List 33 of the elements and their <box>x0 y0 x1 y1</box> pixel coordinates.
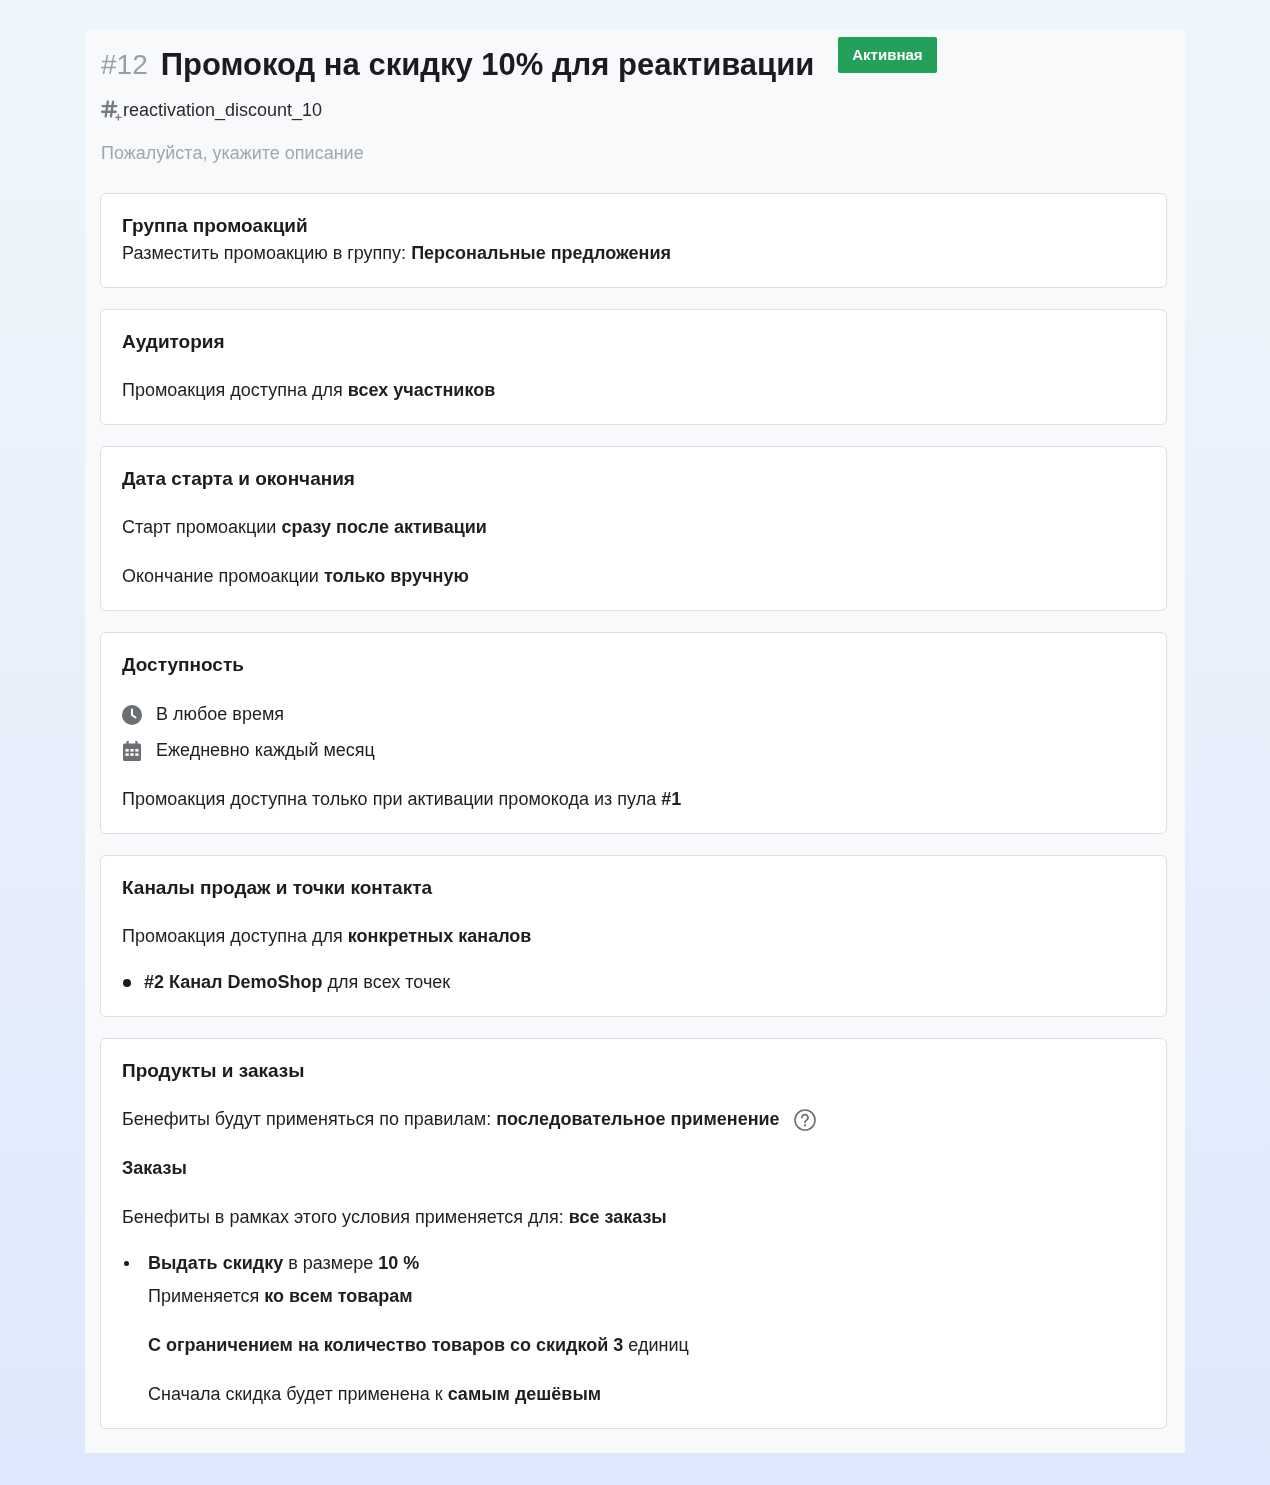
hashtag-icon <box>101 100 122 121</box>
section-title: Аудитория <box>122 330 226 354</box>
benefit-text: Выдать скидку в размере 10 % <box>148 1252 420 1275</box>
promo-code-tag: reactivation_discount_10 <box>123 97 323 124</box>
section-title: Продукты и заказы <box>122 1059 306 1083</box>
section-title: Доступность <box>122 653 245 677</box>
promo-number: #12 <box>101 48 148 82</box>
section-title: Группа промоакций <box>122 214 309 238</box>
section-text: Разместить промоакцию в группу: Персональные предложения <box>122 242 672 265</box>
benefit-detail: Применяется ко всем товарам <box>148 1285 414 1308</box>
benefit-detail: С ограничением на количество товаров со скидкой 3 единиц <box>148 1334 690 1357</box>
rule-text: Бенефиты будут применяться по правилам: последовательное применение <box>122 1108 780 1131</box>
section-title: Дата старта и окончания <box>122 467 356 491</box>
schedule-text: В любое время <box>156 703 285 726</box>
schedule-text: Ежедневно каждый месяц <box>156 739 375 762</box>
description-field[interactable]: Пожалуйста, укажите описание <box>101 140 389 167</box>
info-text: Промоакция доступна только при активации промокода из пула #1 <box>122 788 683 811</box>
calendar-icon <box>122 740 142 761</box>
clock-icon <box>122 704 142 725</box>
channel-text: #2 Канал DemoShop для всех точек <box>144 971 451 994</box>
bullet-icon <box>123 978 131 987</box>
bullet-icon <box>124 1261 129 1266</box>
info-text: Старт промоакции сразу после активации <box>122 516 488 539</box>
info-text: Окончание промоакции только вручную <box>122 565 470 588</box>
section-title: Каналы продаж и точки контакта <box>122 876 434 900</box>
help-icon[interactable] <box>793 1108 816 1131</box>
info-text: Промоакция доступна для всех участников <box>122 379 497 402</box>
status-badge: Активная <box>838 37 937 73</box>
info-text: Бенефиты в рамках этого условия применяется для: все заказы <box>122 1206 668 1229</box>
info-text: Промоакция доступна для конкретных каналов <box>122 925 533 948</box>
subsection-title: Заказы <box>122 1157 188 1180</box>
benefit-detail: Сначала скидка будет применена к самым дешёвым <box>148 1383 603 1406</box>
promo-title: Промокод на скидку 10% для реактивации <box>160 46 815 84</box>
